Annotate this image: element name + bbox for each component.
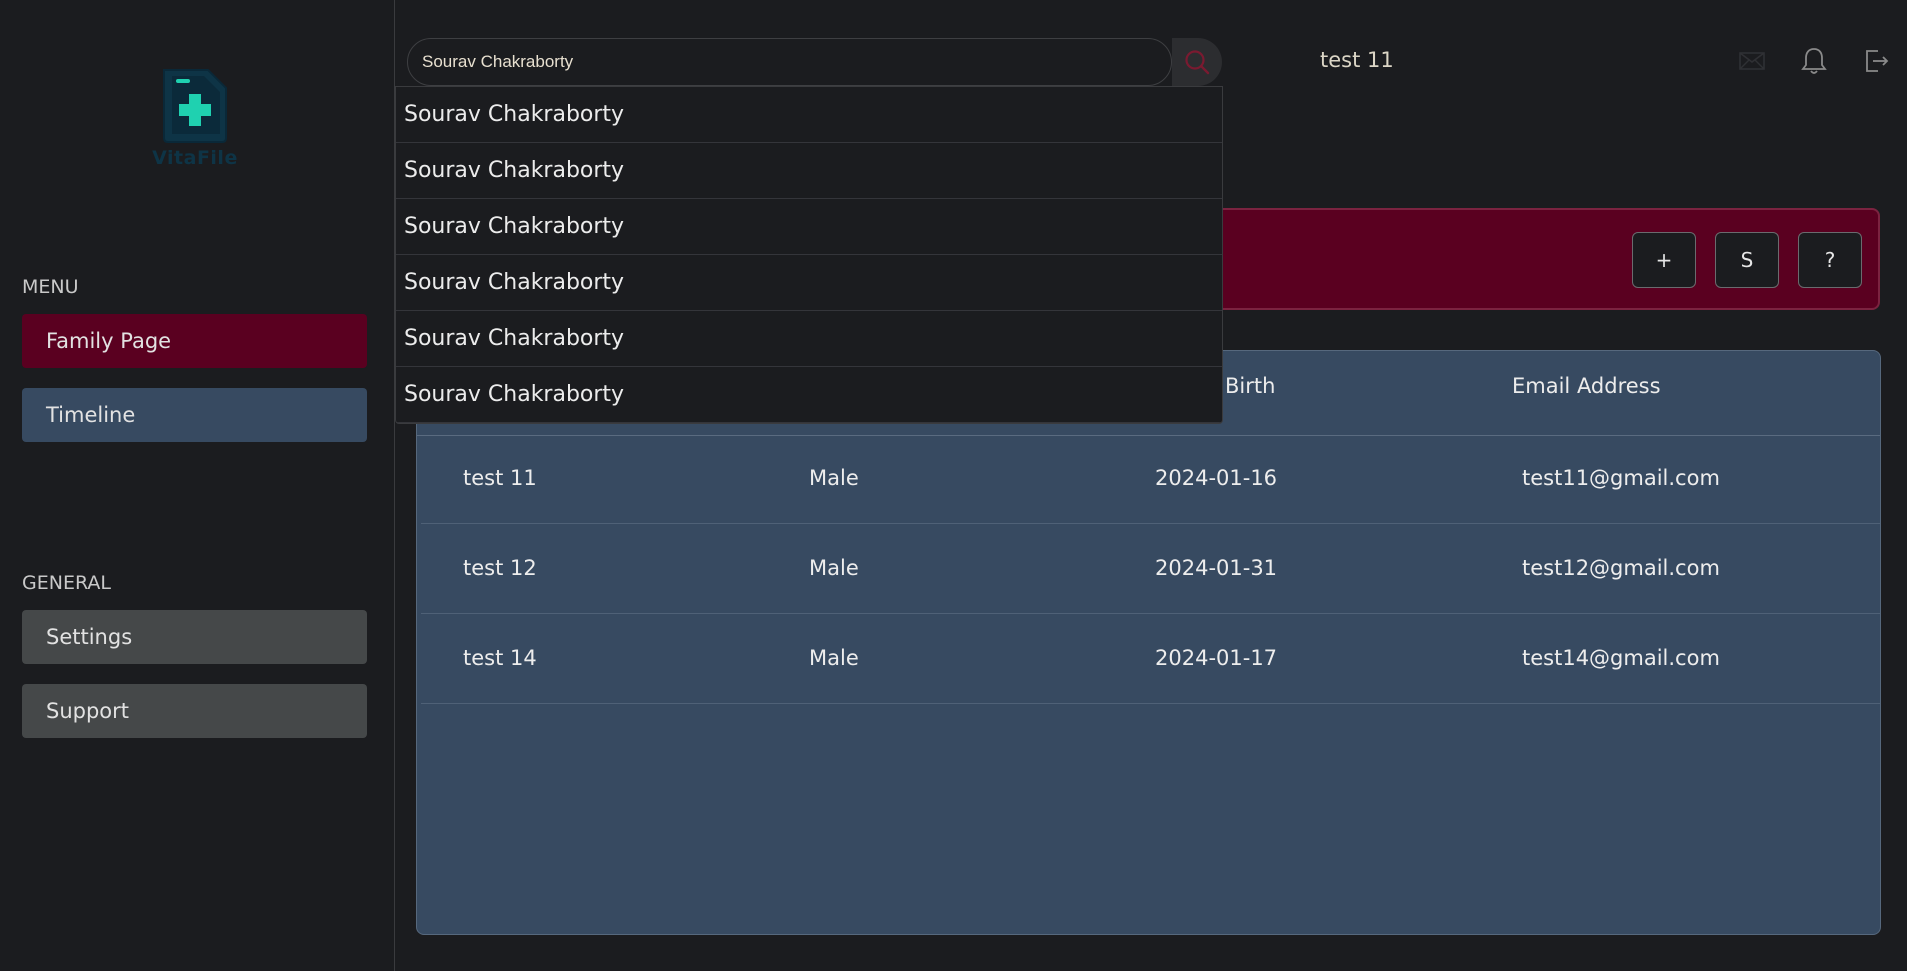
logout-button[interactable]: [1861, 46, 1891, 76]
notifications-button[interactable]: [1799, 46, 1829, 76]
column-header-birth: Birth: [1225, 374, 1276, 398]
vitafile-logo[interactable]: VitaFile: [150, 64, 240, 174]
logout-icon: [1866, 50, 1889, 72]
sidebar-item-support[interactable]: Support: [22, 684, 367, 738]
cell-name: test 12: [463, 556, 537, 580]
cell-gender: Male: [809, 466, 859, 490]
sidebar-item-settings[interactable]: Settings: [22, 610, 367, 664]
search-suggestions-dropdown: Sourav Chakraborty Sourav Chakraborty So…: [395, 86, 1223, 424]
sidebar-item-timeline[interactable]: Timeline: [22, 388, 367, 442]
search-suggestion-item[interactable]: Sourav Chakraborty: [396, 255, 1222, 311]
table-row[interactable]: test 14 Male 2024-01-17 test14@gmail.com: [421, 616, 1880, 704]
s-button[interactable]: S: [1715, 232, 1779, 288]
search-suggestion-item[interactable]: Sourav Chakraborty: [396, 367, 1222, 423]
current-user-name: test 11: [1320, 48, 1394, 72]
search-input[interactable]: [407, 38, 1172, 86]
table-row[interactable]: test 11 Male 2024-01-16 test11@gmail.com: [421, 436, 1880, 524]
cell-name: test 14: [463, 646, 537, 670]
family-members-table: Birth Email Address test 11 Male 2024-01…: [416, 350, 1881, 935]
search-button[interactable]: [1172, 38, 1222, 86]
search-suggestion-item[interactable]: Sourav Chakraborty: [396, 87, 1222, 143]
menu-section-title: MENU: [22, 276, 79, 298]
family-action-bar: + S ?: [1205, 208, 1880, 310]
search-bar: [407, 38, 1222, 86]
medical-file-icon: [163, 69, 227, 143]
add-member-button[interactable]: +: [1632, 232, 1696, 288]
bell-icon: [1801, 48, 1827, 74]
cell-gender: Male: [809, 556, 859, 580]
search-suggestion-item[interactable]: Sourav Chakraborty: [396, 311, 1222, 367]
column-header-email: Email Address: [1512, 374, 1661, 398]
help-button[interactable]: ?: [1798, 232, 1862, 288]
cell-email: test12@gmail.com: [1522, 556, 1720, 580]
table-row[interactable]: test 12 Male 2024-01-31 test12@gmail.com: [421, 526, 1880, 614]
logo-text: VitaFile: [152, 147, 238, 169]
sidebar-item-label: Settings: [46, 625, 133, 649]
sidebar-item-label: Support: [46, 699, 130, 723]
cell-email: test14@gmail.com: [1522, 646, 1720, 670]
general-section-title: GENERAL: [22, 572, 111, 594]
cell-email: test11@gmail.com: [1522, 466, 1720, 490]
mail-button[interactable]: [1737, 46, 1767, 76]
cell-name: test 11: [463, 466, 537, 490]
cell-dob: 2024-01-17: [1155, 646, 1278, 670]
mail-icon: [1739, 52, 1765, 70]
search-suggestion-item[interactable]: Sourav Chakraborty: [396, 199, 1222, 255]
sidebar: VitaFile MENU Family Page Timeline GENER…: [0, 0, 395, 971]
cell-gender: Male: [809, 646, 859, 670]
sidebar-item-label: Family Page: [46, 329, 172, 353]
cell-dob: 2024-01-31: [1155, 556, 1278, 580]
cell-dob: 2024-01-16: [1155, 466, 1278, 490]
search-icon: [1185, 50, 1210, 75]
sidebar-item-label: Timeline: [46, 403, 136, 427]
sidebar-item-family-page[interactable]: Family Page: [22, 314, 367, 368]
search-suggestion-item[interactable]: Sourav Chakraborty: [396, 143, 1222, 199]
